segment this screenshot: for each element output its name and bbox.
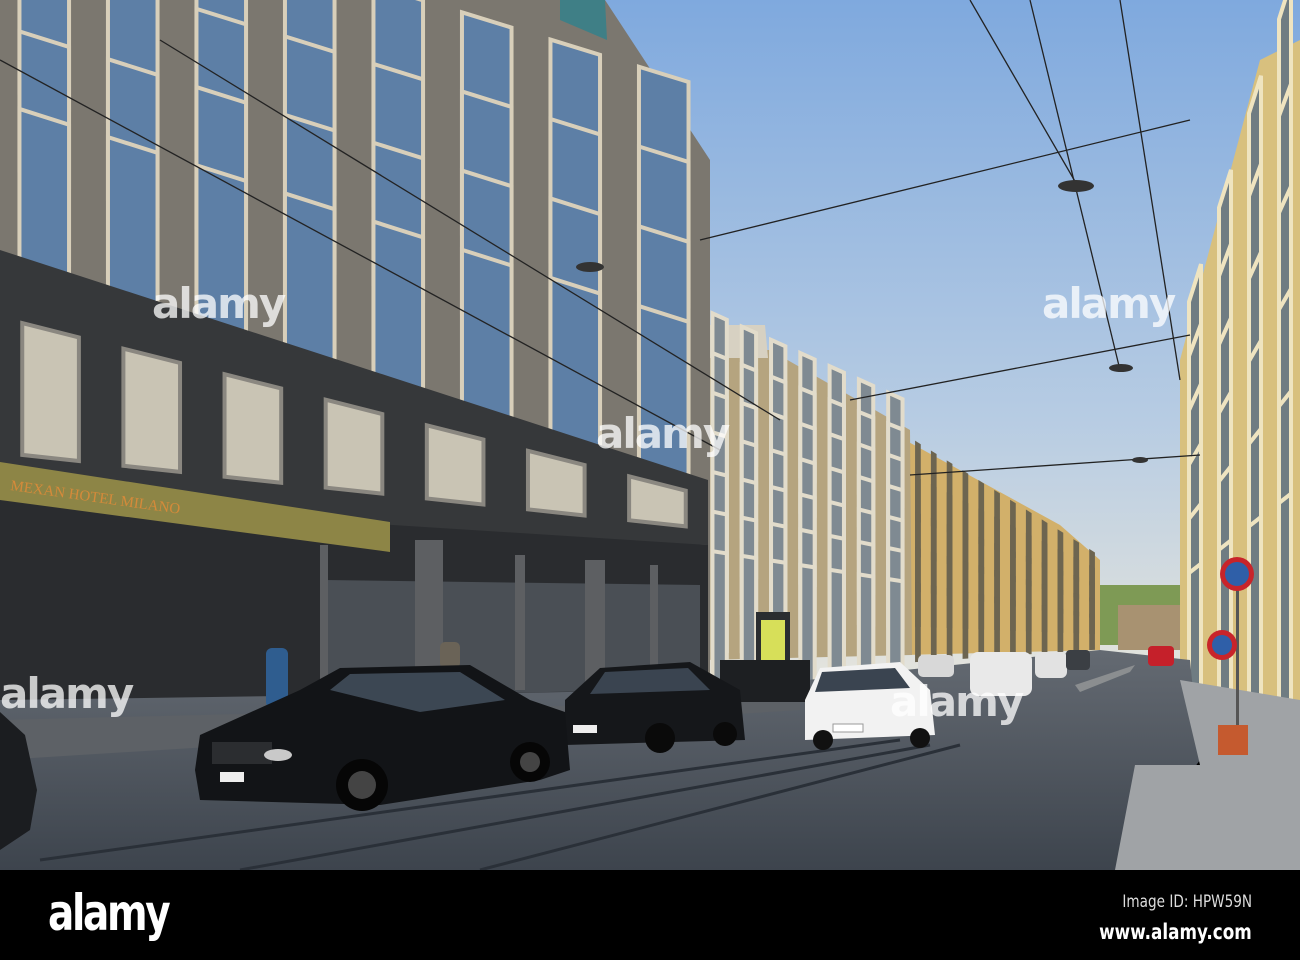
window <box>222 371 284 486</box>
window <box>1010 599 1016 656</box>
window <box>978 593 985 658</box>
website-url: www.alamy.com <box>1099 920 1252 944</box>
window <box>424 422 486 507</box>
alamy-watermark: alamy <box>890 677 1024 726</box>
window <box>962 590 969 659</box>
alamy-watermark: alamy <box>1042 279 1176 328</box>
window <box>994 596 1000 657</box>
street-scene-photo: MEXAN HOTEL MILANO alamy alamy alamy ala… <box>0 0 1300 870</box>
stock-photo: MEXAN HOTEL MILANO alamy alamy alamy ala… <box>0 0 1300 960</box>
alamy-logo: alamy <box>48 884 171 942</box>
window <box>915 582 921 663</box>
alamy-watermark: alamy <box>0 669 134 718</box>
city-gate-arch <box>1118 605 1190 650</box>
window <box>121 346 183 475</box>
alamy-watermark: alamy <box>152 279 286 328</box>
pedestrian <box>440 642 460 668</box>
image-id-label: Image ID: HPW59N <box>1122 892 1252 912</box>
footer-bar: alamy Image ID: HPW59N www.alamy.com <box>0 870 1300 960</box>
alamy-watermark: alamy <box>596 409 730 458</box>
window <box>1025 602 1032 655</box>
window <box>946 588 953 660</box>
window <box>930 585 937 662</box>
window <box>1073 610 1080 652</box>
window <box>323 397 385 496</box>
window <box>1041 605 1048 654</box>
window <box>20 320 81 464</box>
window <box>1057 608 1064 653</box>
window <box>1089 613 1095 651</box>
